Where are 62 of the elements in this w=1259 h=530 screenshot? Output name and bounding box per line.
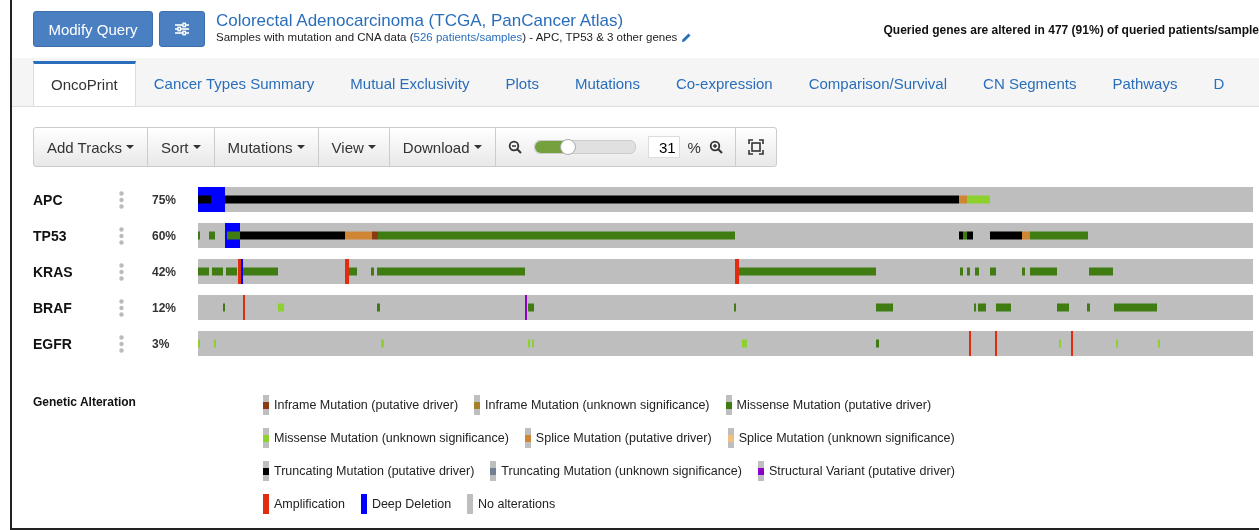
alteration-summary: Queried genes are altered in 477 (91%) of queried patients/sample <box>883 23 1259 37</box>
dropdown-button[interactable]: Download <box>389 128 496 166</box>
modify-query-button[interactable]: Modify Query <box>33 11 153 47</box>
caret-icon <box>192 145 201 149</box>
legend-label: Missense Mutation (unknown significance) <box>274 431 509 445</box>
track-menu-icon[interactable] <box>119 298 124 317</box>
gene-label: BRAF <box>33 299 73 316</box>
zoom-in-icon[interactable] <box>708 140 723 154</box>
percent-altered: 75% <box>152 192 178 207</box>
caret-icon <box>126 145 135 149</box>
legend-label: No alterations <box>478 497 556 511</box>
legend-label: Truncating Mutation (putative driver) <box>274 464 475 478</box>
sliders-icon <box>174 22 190 36</box>
study-subtitle: Samples with mutation and CNA data (526 patients/samples) - APC, TP53 & 3 other genes <box>216 31 678 43</box>
tab[interactable]: Pathways <box>1094 60 1196 106</box>
legend-label: Deep Deletion <box>371 497 452 511</box>
dropdown-button[interactable]: View <box>318 128 390 166</box>
zoom-out-icon[interactable] <box>507 140 522 154</box>
tab[interactable]: D <box>1195 60 1243 106</box>
pencil-icon[interactable] <box>681 31 693 43</box>
legend-label: Truncating Mutation (unknown significance) <box>501 464 742 478</box>
tab[interactable]: Mutations <box>556 60 658 106</box>
dropdown-button[interactable]: Add Tracks <box>34 128 149 166</box>
samples-link[interactable]: 526 patients/samples <box>413 31 523 43</box>
settings-button[interactable] <box>159 11 205 47</box>
tab[interactable]: Plots <box>487 60 557 106</box>
legend-label: Inframe Mutation (putative driver) <box>274 398 459 412</box>
tab[interactable]: CN Segments <box>965 60 1095 106</box>
legend-label: Splice Mutation (unknown significance) <box>738 431 955 445</box>
zoom-slider[interactable] <box>533 140 636 154</box>
tab[interactable]: OncoPrint <box>33 61 136 106</box>
tab[interactable]: Mutual Exclusivity <box>332 60 488 106</box>
study-title-link[interactable]: Colorectal Adenocarcinoma (TCGA, PanCancer Atlas) <box>216 11 693 31</box>
tab[interactable]: Comparison/Survival <box>790 60 966 106</box>
tab[interactable]: Cancer Types Summary <box>135 60 333 106</box>
percent-altered: 42% <box>152 264 178 279</box>
track-menu-icon[interactable] <box>119 334 124 353</box>
legend-label: Splice Mutation (putative driver) <box>535 431 712 445</box>
legend-label: Missense Mutation (putative driver) <box>736 398 932 412</box>
gene-label: KRAS <box>33 263 74 280</box>
caret-icon <box>473 145 482 149</box>
percent-altered: 60% <box>152 228 178 243</box>
track-menu-icon[interactable] <box>119 262 124 281</box>
legend-title: Genetic Alteration <box>33 395 137 411</box>
legend-label: Structural Variant (putative driver) <box>768 464 955 478</box>
fit-icon <box>747 139 764 155</box>
gene-label: TP53 <box>33 227 68 244</box>
caret-icon <box>367 145 376 149</box>
legend-label: Amplification <box>274 497 345 511</box>
track-menu-icon[interactable] <box>119 226 124 245</box>
tab[interactable]: Co-expression <box>657 60 791 106</box>
percent-altered: 12% <box>152 300 178 315</box>
gene-label: APC <box>33 191 64 208</box>
track-menu-icon[interactable] <box>119 190 124 209</box>
gene-label: EGFR <box>33 335 73 352</box>
zoom-input[interactable]: 31 <box>647 136 680 158</box>
percent-label: % <box>687 138 701 156</box>
dropdown-button[interactable]: Sort <box>148 128 215 166</box>
legend-label: Inframe Mutation (unknown significance) <box>485 398 710 412</box>
caret-icon <box>296 145 305 149</box>
dropdown-button[interactable]: Mutations <box>214 128 319 166</box>
percent-altered: 3% <box>152 336 171 351</box>
